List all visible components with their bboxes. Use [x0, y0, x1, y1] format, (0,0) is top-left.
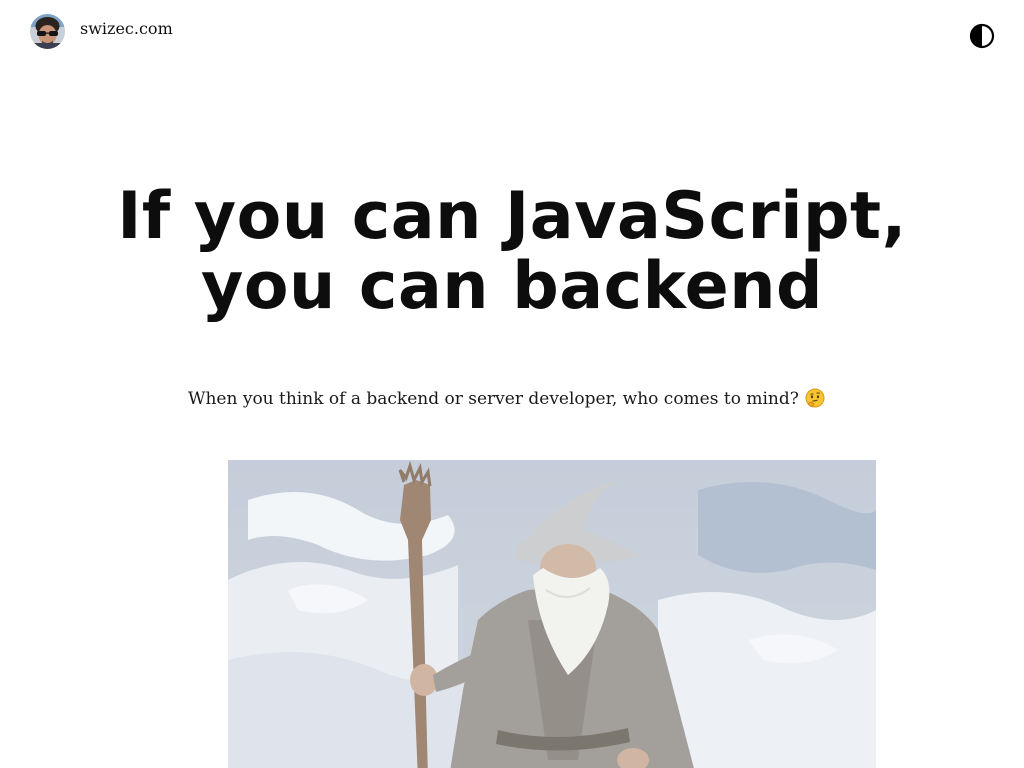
avatar[interactable] — [30, 14, 65, 49]
half-circle-contrast-icon — [969, 23, 995, 49]
hero-image — [228, 460, 876, 768]
page-title: If you can JavaScript, you can backend — [60, 182, 964, 322]
title-line-2: you can backend — [200, 249, 824, 324]
thinking-face-emoji-icon — [805, 388, 825, 416]
title-line-1: If you can JavaScript, — [117, 179, 907, 254]
theme-toggle-button[interactable] — [969, 23, 995, 49]
site-name[interactable]: swizec.com — [80, 11, 173, 46]
wizard-illustration-icon — [228, 460, 876, 768]
lead-text: When you think of a backend or server de… — [188, 389, 799, 409]
lead-paragraph: When you think of a backend or server de… — [188, 386, 838, 416]
site-header: swizec.com — [0, 0, 1024, 70]
home-link[interactable]: swizec.com — [30, 14, 173, 49]
